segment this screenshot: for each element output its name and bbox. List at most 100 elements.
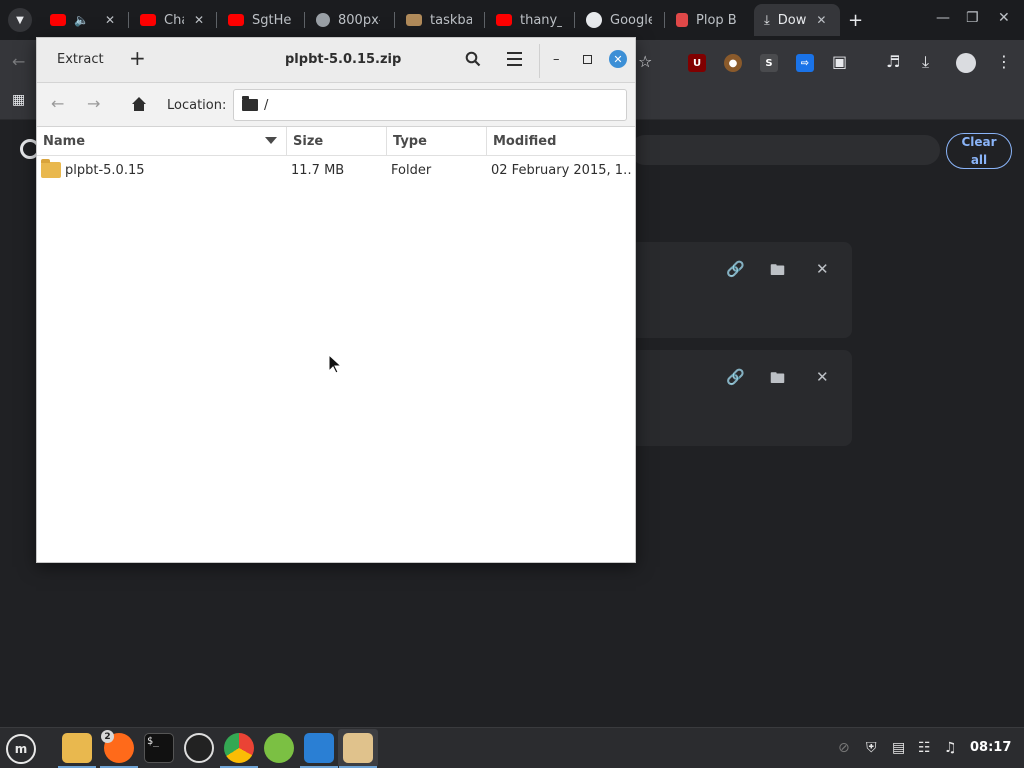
extract-button[interactable]: Extract xyxy=(57,52,104,67)
cookie-icon[interactable]: ● xyxy=(724,54,742,72)
clear-all-button[interactable]: Clear all xyxy=(946,133,1012,169)
tab-label: Google xyxy=(610,12,652,28)
spreadsheet-app-icon[interactable] xyxy=(264,733,294,763)
remove-icon[interactable]: ✕ xyxy=(816,260,829,278)
extensions-puzzle-icon[interactable]: ▣ xyxy=(832,52,847,71)
minimize-icon[interactable]: — xyxy=(936,10,950,26)
tab-downloads[interactable]: ⤓ Dow ✕ xyxy=(754,4,840,36)
tab-youtube-2[interactable]: Cha ✕ xyxy=(130,4,214,36)
home-icon[interactable] xyxy=(131,96,147,112)
minimize-icon[interactable]: – xyxy=(553,52,560,67)
mouse-pointer-icon xyxy=(328,354,343,374)
chrome-app-icon[interactable] xyxy=(224,733,254,763)
s-extension-icon[interactable]: S xyxy=(760,54,778,72)
file-row[interactable]: plpbt-5.0.15 11.7 MB Folder 02 February … xyxy=(37,156,635,184)
youtube-icon xyxy=(228,14,244,26)
copy-link-icon[interactable]: 🔗 xyxy=(726,368,745,386)
globe-icon xyxy=(316,13,330,27)
apps-grid-icon[interactable]: ▦ xyxy=(12,92,25,108)
network-icon[interactable]: ☷ xyxy=(918,740,931,756)
update-manager-icon[interactable]: ⊘ xyxy=(838,740,850,756)
browser-tab-bar: ▼ 🔈 ✕ Cha ✕ SgtHer 800px- taskbar thany_… xyxy=(0,0,1024,40)
profile-avatar[interactable] xyxy=(956,53,976,73)
folder-icon xyxy=(406,14,422,26)
clipboard-icon[interactable]: ▤ xyxy=(892,740,905,756)
file-modified: 02 February 2015, 1… xyxy=(491,162,631,178)
close-icon[interactable]: ✕ xyxy=(816,13,826,27)
text-editor-app-icon[interactable] xyxy=(304,733,334,763)
maximize-icon[interactable] xyxy=(583,55,592,64)
more-menu-icon[interactable]: ⋮ xyxy=(996,52,1012,71)
remove-icon[interactable]: ✕ xyxy=(816,368,829,386)
column-type[interactable]: Type xyxy=(387,127,487,156)
window-count-badge: 2 xyxy=(101,730,114,743)
sort-descending-icon[interactable] xyxy=(265,137,277,144)
tab-label: 800px- xyxy=(338,12,380,28)
window-title: plpbt-5.0.15.zip xyxy=(285,52,402,67)
file-type: Folder xyxy=(391,162,432,178)
location-label: Location: xyxy=(167,98,227,113)
translate-extension-icon[interactable]: ⇨ xyxy=(796,54,814,72)
search-icon[interactable] xyxy=(465,51,481,67)
clock[interactable]: 08:17 xyxy=(970,740,1011,755)
column-size[interactable]: Size xyxy=(287,127,387,156)
ublock-icon[interactable]: U xyxy=(688,54,706,72)
plop-icon xyxy=(676,13,688,27)
location-bar: ← → Location: / xyxy=(37,83,635,127)
tab-google[interactable]: Google xyxy=(576,4,662,36)
tab-label: Cha xyxy=(164,12,184,28)
forward-arrow-icon[interactable]: → xyxy=(87,94,100,113)
tab-label: taskbar xyxy=(430,12,472,28)
file-name-cell: plpbt-5.0.15 xyxy=(41,156,287,184)
close-icon[interactable]: ✕ xyxy=(194,13,204,27)
tab-image[interactable]: 800px- xyxy=(306,4,390,36)
sound-icon[interactable]: ♫ xyxy=(944,740,957,756)
google-lens-icon xyxy=(586,12,602,28)
tab-youtube-4[interactable]: thany_ xyxy=(486,4,572,36)
tab-youtube-1[interactable]: 🔈 ✕ xyxy=(40,4,126,36)
archive-manager-app-icon[interactable] xyxy=(343,733,373,763)
youtube-icon xyxy=(140,14,156,26)
close-icon[interactable]: ✕ xyxy=(105,13,115,27)
column-name[interactable]: Name xyxy=(37,127,287,156)
back-icon[interactable]: ← xyxy=(12,52,25,71)
new-tab-button[interactable]: + xyxy=(848,10,863,31)
mint-menu-icon[interactable]: m xyxy=(6,734,36,764)
download-icon: ⤓ xyxy=(764,12,770,28)
copy-link-icon[interactable]: 🔗 xyxy=(726,260,745,278)
youtube-icon xyxy=(496,14,512,26)
shield-icon[interactable]: ⛨ xyxy=(866,740,877,756)
tab-youtube-3[interactable]: SgtHer xyxy=(218,4,302,36)
obs-app-icon[interactable] xyxy=(184,733,214,763)
files-app-icon[interactable] xyxy=(62,733,92,763)
close-icon[interactable]: ✕ xyxy=(998,10,1010,26)
bookmark-star-icon[interactable]: ☆ xyxy=(638,52,652,71)
folder-icon xyxy=(41,159,61,178)
media-control-icon[interactable]: ♬ xyxy=(886,52,900,71)
download-icon[interactable]: ⤓ xyxy=(922,52,929,72)
download-item: 🔗 🖿 ✕ xyxy=(630,350,852,446)
folder-icon[interactable]: 🖿 xyxy=(770,368,785,393)
tab-label: Dow xyxy=(777,12,807,28)
tab-search-button[interactable]: ▼ xyxy=(8,8,32,32)
close-icon[interactable]: ✕ xyxy=(609,50,627,68)
column-headers: Name Size Type Modified xyxy=(37,127,635,156)
hamburger-menu-icon[interactable] xyxy=(507,52,522,70)
restore-icon[interactable]: ❐ xyxy=(966,10,979,26)
downloads-search-field[interactable] xyxy=(630,135,940,165)
tab-taskbar[interactable]: taskbar xyxy=(396,4,482,36)
tab-plop[interactable]: Plop B xyxy=(666,4,752,36)
folder-icon xyxy=(242,96,258,111)
location-field[interactable]: / xyxy=(233,89,627,121)
folder-icon[interactable]: 🖿 xyxy=(770,260,785,285)
taskbar: m 2 $_ ⊘ ⛨ ▤ ☷ ♫ 08:17 xyxy=(0,727,1024,768)
download-item: 🔗 🖿 ✕ xyxy=(630,242,852,338)
archive-manager-window: Extract + plpbt-5.0.15.zip – ✕ ← → Locat… xyxy=(36,37,636,563)
file-name: plpbt-5.0.15 xyxy=(65,162,145,178)
column-modified[interactable]: Modified xyxy=(487,127,637,156)
header-bar: Extract + plpbt-5.0.15.zip – ✕ xyxy=(37,38,635,83)
back-arrow-icon[interactable]: ← xyxy=(51,94,64,113)
add-files-icon[interactable]: + xyxy=(129,46,146,70)
speaker-icon: 🔈 xyxy=(74,13,89,27)
terminal-app-icon[interactable]: $_ xyxy=(144,733,174,763)
